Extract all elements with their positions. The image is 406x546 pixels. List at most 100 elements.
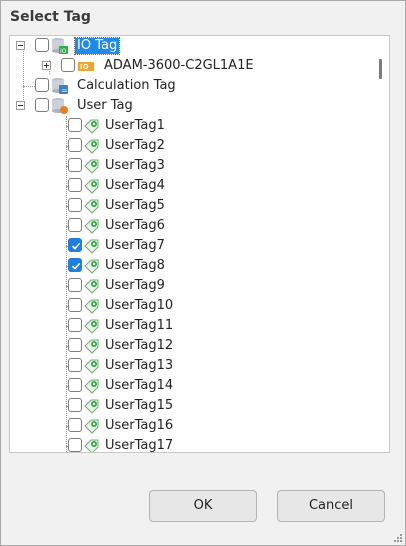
tree-node-user-tag[interactable]: UserTag17 [10, 436, 373, 452]
select-tag-dialog: Select Tag IO IO Tag IO ADAM-3600-C2GL1A1E =… [0, 0, 406, 546]
user-tag-icon [83, 237, 101, 255]
tree-node-user-tag[interactable]: UserTag14 [10, 376, 373, 396]
tree-node-user-tag[interactable]: UserTag3 [10, 156, 373, 176]
tree-node-label[interactable]: UserTag4 [105, 178, 165, 194]
user-tag-icon [83, 397, 101, 415]
tag-checkbox[interactable] [35, 98, 49, 112]
tree-node-label[interactable]: UserTag3 [105, 158, 165, 174]
tree-node-user-tag[interactable]: UserTag2 [10, 136, 373, 156]
tree-node-user-tag[interactable]: UserTag1 [10, 116, 373, 136]
tag-checkbox[interactable] [68, 238, 82, 252]
tree-node[interactable]: = Calculation Tag [10, 76, 373, 96]
tree-node-user-tag[interactable]: UserTag7 [10, 236, 373, 256]
tree-node-label[interactable]: UserTag15 [105, 398, 173, 414]
tree-node-label[interactable]: ADAM-3600-C2GL1A1E [104, 58, 254, 74]
user-tag-icon [83, 257, 101, 275]
tree-node-label[interactable]: UserTag9 [105, 278, 165, 294]
tree-node-label[interactable]: UserTag14 [105, 378, 173, 394]
tree-node-label[interactable]: UserTag16 [105, 418, 173, 434]
cancel-button[interactable]: Cancel [277, 490, 385, 522]
svg-text:=: = [61, 86, 68, 95]
tree-node-user-tag[interactable]: UserTag13 [10, 356, 373, 376]
tag-checkbox[interactable] [68, 198, 82, 212]
svg-text:IO: IO [80, 63, 89, 71]
tree-node-user-tag[interactable]: UserTag9 [10, 276, 373, 296]
tree-node[interactable]: IO IO Tag [10, 36, 373, 56]
tree-node-user-tag[interactable]: UserTag16 [10, 416, 373, 436]
tag-checkbox[interactable] [68, 378, 82, 392]
user-tag-icon [83, 217, 101, 235]
tree-node[interactable]: User Tag [10, 96, 373, 116]
resize-grip-icon[interactable] [393, 533, 403, 543]
user-tag-icon [83, 157, 101, 175]
tag-checkbox[interactable] [35, 38, 49, 52]
scrollbar-thumb[interactable] [379, 59, 382, 79]
user-tag-icon [83, 337, 101, 355]
tag-tree-rows: IO IO Tag IO ADAM-3600-C2GL1A1E = Calculation… [10, 36, 373, 452]
user-tag-icon [83, 277, 101, 295]
user-tag-icon [83, 437, 101, 452]
tree-node-label[interactable]: UserTag6 [105, 218, 165, 234]
tag-checkbox[interactable] [68, 318, 82, 332]
tree-node-label[interactable]: IO Tag [73, 37, 121, 55]
tree-node-label[interactable]: UserTag13 [105, 358, 173, 374]
tree-node-label[interactable]: UserTag12 [105, 338, 173, 354]
tree-node-label[interactable]: UserTag8 [105, 258, 165, 274]
tree-vertical-scrollbar[interactable] [373, 36, 389, 452]
tag-checkbox[interactable] [68, 138, 82, 152]
user-tag-icon [83, 137, 101, 155]
user-tag-icon [83, 177, 101, 195]
svg-text:IO: IO [60, 48, 67, 55]
tag-checkbox[interactable] [68, 438, 82, 452]
tag-checkbox[interactable] [68, 418, 82, 432]
tree-node-label[interactable]: User Tag [77, 98, 133, 114]
user-tag-icon [83, 197, 101, 215]
io-tag-database-icon: IO [50, 37, 68, 55]
dialog-footer: OK Cancel [1, 453, 405, 545]
user-tag-icon [83, 317, 101, 335]
user-tag-icon [83, 417, 101, 435]
tag-checkbox[interactable] [68, 178, 82, 192]
calculation-tag-icon: = [50, 77, 68, 95]
tag-checkbox[interactable] [68, 158, 82, 172]
tag-checkbox[interactable] [68, 118, 82, 132]
tree-node-label[interactable]: UserTag7 [105, 238, 165, 254]
tree-node-user-tag[interactable]: UserTag12 [10, 336, 373, 356]
tree-node-label[interactable]: UserTag2 [105, 138, 165, 154]
tree-node-user-tag[interactable]: UserTag11 [10, 316, 373, 336]
user-tag-icon [83, 377, 101, 395]
title-bar[interactable]: Select Tag [1, 1, 405, 33]
tree-node-label[interactable]: UserTag5 [105, 198, 165, 214]
io-device-icon: IO [77, 57, 95, 75]
user-tag-database-icon [50, 97, 68, 115]
tag-checkbox[interactable] [68, 338, 82, 352]
tag-checkbox[interactable] [68, 258, 82, 272]
tag-checkbox[interactable] [68, 218, 82, 232]
tree-node-user-tag[interactable]: UserTag8 [10, 256, 373, 276]
tag-checkbox[interactable] [35, 78, 49, 92]
tree-node[interactable]: IO ADAM-3600-C2GL1A1E [10, 56, 373, 76]
tree-node-user-tag[interactable]: UserTag15 [10, 396, 373, 416]
user-tag-icon [83, 357, 101, 375]
dialog-title: Select Tag [10, 9, 91, 25]
tree-node-user-tag[interactable]: UserTag10 [10, 296, 373, 316]
tag-checkbox[interactable] [68, 278, 82, 292]
tree-node-label[interactable]: Calculation Tag [77, 78, 176, 94]
tree-node-label[interactable]: UserTag1 [105, 118, 165, 134]
tree-node-label[interactable]: UserTag10 [105, 298, 173, 314]
tag-checkbox[interactable] [68, 398, 82, 412]
tree-node-label[interactable]: UserTag17 [105, 438, 173, 452]
tree-node-user-tag[interactable]: UserTag4 [10, 176, 373, 196]
tree-node-label[interactable]: UserTag11 [105, 318, 173, 334]
user-tag-icon [83, 117, 101, 135]
tag-tree[interactable]: IO IO Tag IO ADAM-3600-C2GL1A1E = Calculation… [9, 35, 390, 453]
tree-node-user-tag[interactable]: UserTag6 [10, 216, 373, 236]
tag-checkbox[interactable] [61, 58, 75, 72]
collapse-toggle[interactable] [16, 41, 25, 50]
tag-checkbox[interactable] [68, 298, 82, 312]
expand-toggle[interactable] [42, 61, 51, 70]
collapse-toggle[interactable] [16, 101, 25, 110]
ok-button[interactable]: OK [149, 490, 257, 522]
tag-checkbox[interactable] [68, 358, 82, 372]
tree-node-user-tag[interactable]: UserTag5 [10, 196, 373, 216]
